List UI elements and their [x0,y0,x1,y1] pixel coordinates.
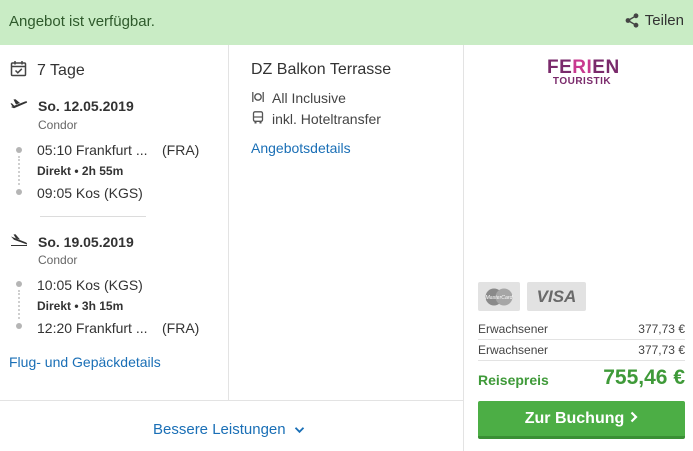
return-arrival: 12:20 Frankfurt ... [37,320,148,336]
board-label: All Inclusive [272,90,346,106]
tour-operator-logo: FERIEN TOURISTIK [547,57,620,87]
logo-subtitle: TOURISTIK [552,76,612,87]
return-airline: Condor [38,253,78,267]
share-label: Teilen [644,12,684,29]
room-type: DZ Balkon Terrasse [251,61,392,78]
leg-separator [40,216,146,217]
divider-flight-hotel [228,45,229,400]
outbound-departure-dot [16,147,22,153]
total-price-label: Reisepreis [478,372,549,388]
outbound-direct: Direkt [37,164,72,178]
calendar-icon [10,60,27,82]
return-direct-info: Direkt • 3h 15m [37,299,124,313]
visa-icon: VISA [527,282,586,311]
departure-plane-icon [10,97,28,115]
book-button-label: Zur Buchung [524,409,625,427]
return-flight-time: 3h 15m [81,299,124,313]
return-header: So. 19.05.2019 [10,233,134,251]
better-services-toggle[interactable]: Bessere Leistungen [153,421,305,438]
mastercard-label: MasterCard [485,294,513,300]
total-price-value: 755,46 € [603,366,685,389]
transfer-feature: inkl. Hoteltransfer [252,111,381,127]
offer-details-link[interactable]: Angebotsdetails [251,140,351,156]
divider-hotel-price [463,45,464,451]
duration-label: 7 Tage [37,62,85,79]
flight-baggage-details-link[interactable]: Flug- und Gepäckdetails [9,354,161,370]
trip-duration: 7 Tage [10,60,85,82]
share-button[interactable]: Teilen [625,12,684,29]
price-row-divider [478,339,685,340]
outbound-airline: Condor [38,118,78,132]
outbound-arrival-dot [16,189,22,195]
return-departure-dot [16,281,22,287]
logo-part-3: EN [592,57,620,78]
arrival-plane-icon [10,233,28,251]
better-services-label: Bessere Leistungen [153,421,286,438]
return-arrival-dot [16,323,22,329]
outbound-arrival: 09:05 Kos (KGS) [37,185,143,201]
outbound-date: So. 12.05.2019 [38,98,134,114]
board-feature: All Inclusive [252,90,346,106]
outbound-departure-code: (FRA) [162,142,200,158]
return-route-line [18,290,20,319]
logo-part-1: FE [547,57,573,78]
outbound-departure: 05:10 Frankfurt ... [37,142,148,158]
return-departure: 10:05 Kos (KGS) [37,277,143,293]
price-row-value: 377,73 € [638,322,685,336]
visa-label: VISA [536,286,577,306]
chevron-right-icon [630,410,638,428]
return-date: So. 19.05.2019 [38,234,134,250]
return-arrival-code: (FRA) [162,320,200,336]
cutlery-icon [252,90,264,106]
logo-part-2: RI [572,57,593,78]
price-row-label: Erwachsener [478,322,549,336]
price-row: Erwachsener 377,73 € [478,343,685,357]
mastercard-icon: MasterCard [478,282,520,311]
availability-banner: Angebot ist verfügbar. Teilen [0,0,693,45]
outbound-header: So. 12.05.2019 [10,97,134,115]
chevron-down-icon [294,421,305,438]
price-row-label: Erwachsener [478,343,549,357]
availability-message: Angebot ist verfügbar. [9,13,155,30]
outbound-route-line [18,156,20,185]
transfer-label: inkl. Hoteltransfer [272,111,381,127]
return-direct: Direkt [37,299,72,313]
outbound-flight-time: 2h 55m [81,164,124,178]
share-icon [625,13,639,28]
logo-wordmark: FERIEN [547,57,620,78]
price-row-divider [478,360,685,361]
price-row: Erwachsener 377,73 € [478,322,685,336]
outbound-direct-info: Direkt • 2h 55m [37,164,124,178]
book-button[interactable]: Zur Buchung [478,401,685,439]
bus-icon [252,111,264,127]
price-row-value: 377,73 € [638,343,685,357]
